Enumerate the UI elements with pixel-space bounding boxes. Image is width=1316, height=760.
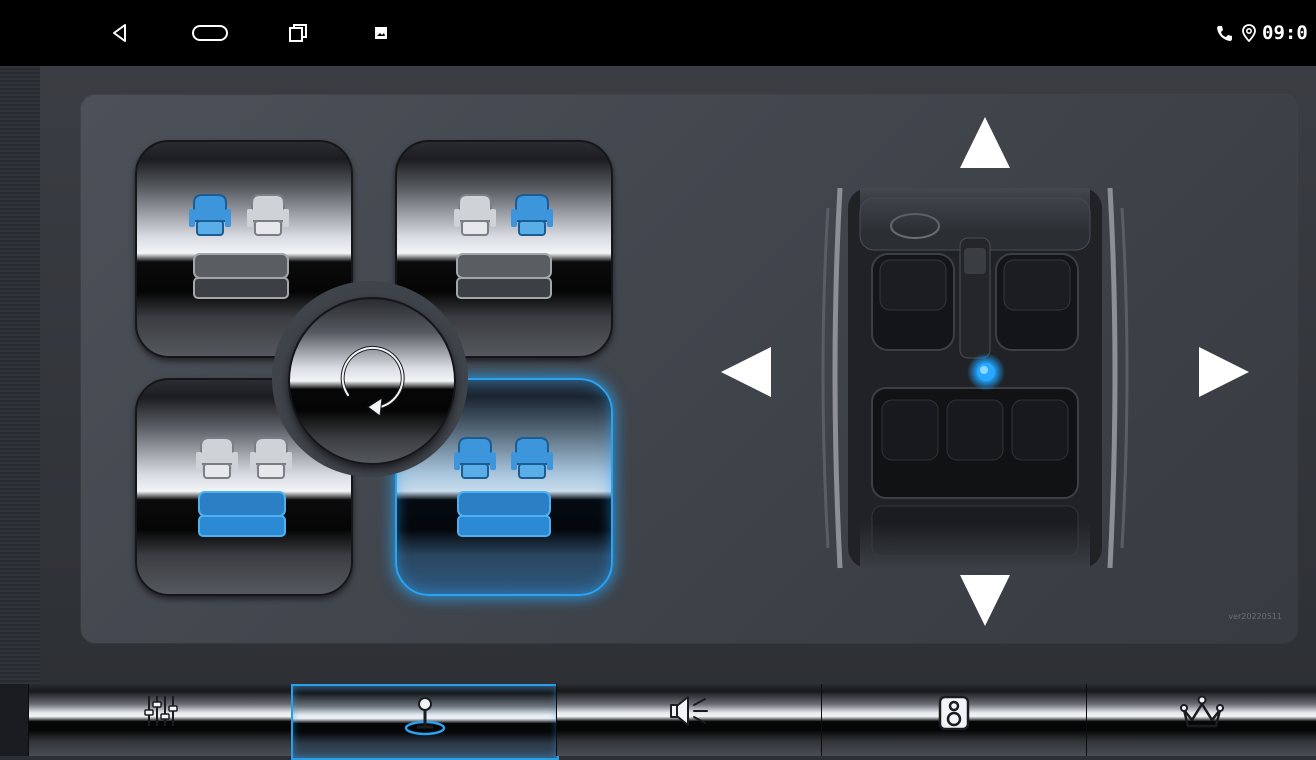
home-icon[interactable] — [191, 20, 229, 46]
reset-rotate-icon — [340, 345, 405, 417]
equalizer-icon — [144, 696, 178, 726]
tab-equalizer[interactable] — [28, 684, 293, 756]
tab-subwoofer[interactable] — [821, 684, 1086, 756]
subwoofer-icon — [938, 695, 970, 731]
location-icon — [1240, 20, 1258, 46]
arrow-up-icon[interactable] — [958, 115, 1012, 175]
tab-balance[interactable] — [291, 684, 559, 760]
joystick-balance-icon — [404, 697, 446, 736]
recents-icon[interactable] — [286, 20, 310, 46]
version-label: ver20220511 — [1228, 612, 1282, 621]
tab-effects[interactable] — [1086, 684, 1316, 756]
arrow-right-icon[interactable] — [1196, 345, 1252, 403]
status-bar: 09:0 — [0, 0, 1316, 66]
car-top-view-image[interactable] — [800, 168, 1150, 588]
speaker-volume-icon — [670, 696, 708, 726]
sound-focus-dot-icon[interactable] — [966, 352, 1006, 392]
tab-volume[interactable] — [556, 684, 821, 756]
gallery-icon[interactable] — [372, 20, 390, 46]
reset-button[interactable] — [288, 297, 456, 465]
arrow-down-icon[interactable] — [958, 572, 1012, 632]
bottom-tab-bar — [0, 684, 1316, 760]
clock: 09:0 — [1262, 22, 1308, 44]
arrow-left-icon[interactable] — [718, 345, 774, 403]
phone-icon — [1214, 20, 1236, 46]
back-icon[interactable] — [108, 20, 132, 46]
crown-effects-icon — [1180, 695, 1224, 728]
